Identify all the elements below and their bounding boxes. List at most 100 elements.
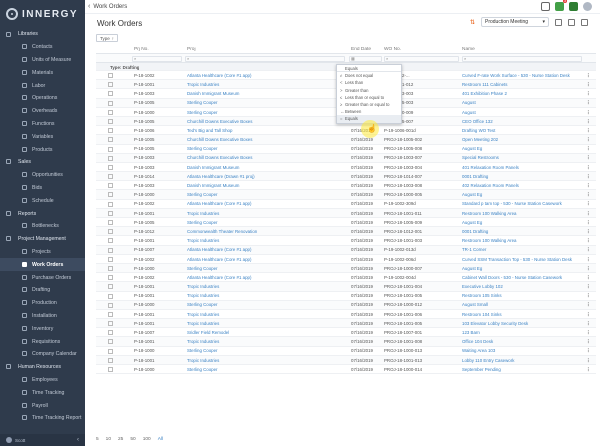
cell-project[interactable]: Churchill Downs Executive Boxes [187, 155, 337, 161]
col-header-wo[interactable]: WO No. [384, 47, 459, 53]
sidebar-item-company-calendar[interactable]: Company Calendar [0, 348, 85, 361]
cell-project[interactable]: Sterling Cooper [187, 348, 337, 354]
table-row[interactable]: P-18-1005 Sterling Cooper 07/16/2019 PROJ-1… [96, 145, 596, 154]
table-row[interactable]: P-18-1001 Tropic Industries 07/16/2019 PROJ… [96, 310, 596, 320]
page-size-option[interactable]: 50 [130, 437, 135, 442]
cell-project[interactable]: Sterling Cooper [187, 110, 337, 116]
table-row[interactable]: P-18-1003 Danish Immigrant Museum 07/16/20… [96, 181, 596, 191]
filter-option[interactable]: ≠ Does not equal [337, 72, 401, 79]
row-menu-icon[interactable]: ⋮ [586, 257, 591, 263]
sidebar-item-variables[interactable]: Variables [0, 130, 85, 143]
row-checkbox[interactable] [108, 247, 113, 253]
cell-name[interactable]: Office 104 Desk [462, 339, 580, 345]
sidebar-item-overheads[interactable]: Overheads [0, 105, 85, 118]
row-checkbox[interactable] [108, 339, 113, 345]
cell-name[interactable]: Restroom 100 Walking Area [462, 238, 580, 244]
cell-project[interactable]: Ted's Big and Tall Shop [187, 128, 337, 134]
table-row[interactable]: P-18-1002 Atlanta Healthcare (Core #1 app… [96, 255, 596, 264]
tasks-icon[interactable] [569, 2, 578, 11]
table-row[interactable]: P-18-1000 Sterling Cooper 07/16/2019 PROJ-1… [96, 300, 596, 310]
row-menu-icon[interactable]: ⋮ [586, 155, 591, 161]
sidebar-item-opportunities[interactable]: Opportunities [0, 169, 85, 182]
group-by-chip[interactable]: Type ↑ [96, 34, 119, 42]
cell-project[interactable]: Atlanta Healthcare (Core #1 app) [187, 247, 337, 253]
row-menu-icon[interactable]: ⋮ [586, 367, 591, 373]
sidebar-item-units-of-measure[interactable]: Units of Measure [0, 54, 85, 67]
filter-option[interactable]: ↔ Between [337, 108, 401, 115]
table-row[interactable]: P-18-1002 Atlanta Healthcare (Core #1 app… [96, 200, 596, 209]
sidebar-item-inventory[interactable]: Inventory [0, 322, 85, 335]
filter-proj-input[interactable]: ⌕ [185, 55, 345, 62]
row-menu-icon[interactable]: ⋮ [586, 165, 591, 171]
cell-project[interactable]: Tropic Industries [187, 312, 337, 318]
row-checkbox[interactable] [108, 137, 113, 143]
row-menu-icon[interactable]: ⋮ [586, 211, 591, 217]
cell-name[interactable]: Restroom 105 Sinks [462, 293, 580, 299]
sidebar-item-schedule[interactable]: Schedule [0, 194, 85, 207]
cell-project[interactable]: Commonwealth Theater Renovation [187, 229, 337, 235]
filter-name-input[interactable]: ⌕ [462, 55, 582, 62]
document-icon[interactable] [541, 2, 550, 11]
cell-project[interactable]: Atlanta Healthcare (Drawn #1 proj) [187, 174, 337, 180]
cell-project[interactable]: Atlanta Healthcare (Core #1 app) [187, 257, 337, 263]
row-checkbox[interactable] [108, 183, 113, 189]
page-size-option[interactable]: 5 [96, 437, 99, 442]
row-checkbox[interactable] [108, 265, 113, 271]
table-row[interactable]: P-18-1012 Commonwealth Theater Renovation… [96, 227, 596, 237]
table-row[interactable]: P-18-1001 Tropic Industries 07/16/2019 PROJ… [96, 319, 596, 329]
cell-project[interactable]: Sterling Cooper [187, 100, 337, 106]
cell-name[interactable]: Drafting WO Test [462, 128, 580, 134]
sidebar-item-human-resources[interactable]: Human Resources [0, 361, 85, 374]
row-checkbox[interactable] [108, 311, 113, 317]
row-checkbox[interactable] [108, 82, 113, 88]
cell-project[interactable]: Atlanta Healthcare (Core #1 app) [187, 275, 337, 281]
row-checkbox[interactable] [108, 164, 113, 170]
filter-option[interactable]: Equals [337, 65, 401, 73]
row-checkbox[interactable] [108, 302, 113, 308]
table-row[interactable]: P-18-1007 Sridler Field Remodel 07/16/2019… [96, 328, 596, 338]
cell-name[interactable]: Special Restrooms [462, 155, 580, 161]
sidebar-item-contacts[interactable]: Contacts [0, 41, 85, 54]
row-menu-icon[interactable]: ⋮ [586, 183, 591, 189]
sidebar-item-employees[interactable]: Employees [0, 374, 85, 387]
col-header-name[interactable]: Name [462, 47, 580, 53]
row-menu-icon[interactable]: ⋮ [586, 100, 591, 106]
sidebar-item-materials[interactable]: Materials [0, 66, 85, 79]
cell-name[interactable]: Executive Lobby 102 [462, 284, 580, 290]
cell-project[interactable]: Churchill Downs Executive Boxes [187, 119, 337, 125]
cell-name[interactable]: TR-1 Corner [462, 247, 580, 253]
cell-name[interactable]: Curved SSM Transaction Top - 530 - Nurse… [462, 257, 580, 263]
cell-name[interactable]: August [462, 100, 580, 106]
cell-name[interactable]: Restroom 104 Sinks [462, 312, 580, 318]
cell-project[interactable]: Sterling Cooper [187, 146, 337, 152]
cell-name[interactable]: Restroom 100 Walking Area [462, 211, 580, 217]
cell-project[interactable]: Tropic Industries [187, 82, 337, 88]
notification-icon[interactable]: 3 [555, 0, 567, 11]
cell-project[interactable]: Tropic Industries [187, 321, 337, 327]
page-size-option[interactable]: All [158, 437, 163, 442]
user-profile-icon[interactable] [583, 2, 592, 11]
cell-name[interactable]: Standard p tam top - 530 - Nurse Station… [462, 201, 580, 207]
row-menu-icon[interactable]: ⋮ [586, 110, 591, 116]
table-row[interactable]: P-18-1001 Tropic Industries 07/16/2019 PROJ… [96, 282, 596, 292]
table-row[interactable]: P-18-1000 Sterling Cooper 07/16/2019 PROJ-1… [96, 347, 596, 356]
view-select[interactable]: Production Meeting ▾ [481, 17, 549, 27]
row-menu-icon[interactable]: ⋮ [586, 119, 591, 125]
row-menu-icon[interactable]: ⋮ [586, 302, 591, 308]
cell-project[interactable]: Tropic Industries [187, 339, 337, 345]
sidebar-item-libraries[interactable]: Libraries [0, 28, 85, 41]
sidebar-item-time-tracking[interactable]: Time Tracking [0, 386, 85, 399]
table-row[interactable]: P-18-1005 Sterling Cooper 07/16/2019 PROJ-1… [96, 218, 596, 228]
cell-project[interactable]: Danish Immigrant Museum [187, 165, 337, 171]
table-row[interactable]: P-18-1002 Atlanta Healthcare (Core #1 app… [96, 273, 596, 283]
page-size-option[interactable]: 25 [118, 437, 123, 442]
row-menu-icon[interactable]: ⋮ [586, 220, 591, 226]
cell-name[interactable]: September Pending [462, 367, 580, 373]
filter-prj-input[interactable]: ⌕ [132, 55, 182, 62]
filter-option[interactable]: < Less than [337, 79, 401, 86]
cell-name[interactable]: 402 Relaxation Room Panels [462, 183, 580, 189]
filter-wo-input[interactable]: ⌕ [384, 55, 459, 62]
cell-project[interactable]: Atlanta Healthcare (Core #1 app) [187, 201, 337, 207]
row-menu-icon[interactable]: ⋮ [586, 146, 591, 152]
sidebar-item-projects[interactable]: Projects [0, 246, 85, 259]
